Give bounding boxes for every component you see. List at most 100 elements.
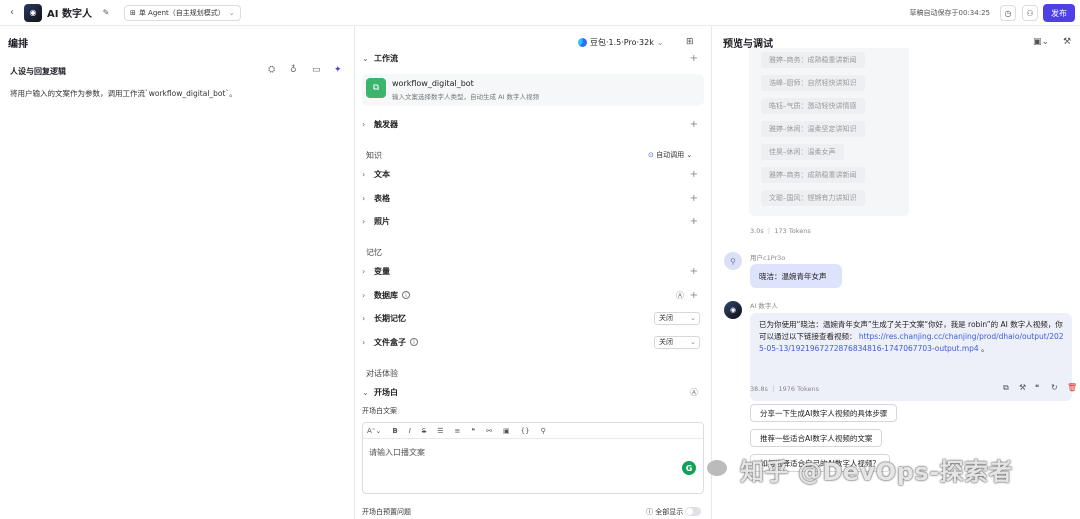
suggestion-chip[interactable]: 推荐一些适合AI数字人视频的文案	[750, 429, 883, 447]
chevron-down-icon: ⌄	[690, 338, 696, 346]
show-all-toggle[interactable]	[685, 507, 701, 516]
user-name: 用户c1Pr3o	[750, 254, 786, 262]
edit-icon[interactable]: ✎	[98, 5, 114, 21]
bot-message-text: 已为你使用“晓洁：温婉青年女声”生成了关于文案“你好，我是 robin”的 AI…	[759, 319, 1067, 355]
quote-icon[interactable]: ❝	[1035, 383, 1039, 392]
add-icon[interactable]: +	[690, 216, 698, 227]
voice-option[interactable]: 佳昊–休闲：温柔女声	[761, 144, 844, 160]
display-settings-icon[interactable]: ▣⌄	[1033, 37, 1049, 47]
add-icon[interactable]: +	[690, 53, 698, 64]
numbered-list-icon[interactable]: ≡	[455, 427, 461, 435]
workflow-card[interactable]: ⧉ workflow_digital_bot 输入文案选择数字人类型，自动生成 …	[362, 74, 704, 106]
refresh-icon[interactable]: ↻	[1051, 383, 1058, 392]
bulb-icon[interactable]: ♁	[290, 65, 297, 75]
chevron-right-icon: ›	[362, 337, 366, 347]
add-icon[interactable]: +	[690, 119, 698, 130]
back-icon[interactable]: ‹	[4, 5, 20, 21]
bold-icon[interactable]: B	[392, 427, 397, 435]
chevron-right-icon: ›	[362, 216, 366, 226]
auto-icon[interactable]: Ⓐ	[690, 387, 698, 398]
long-memory-row[interactable]: › 长期记忆 关闭 ⌄	[362, 308, 704, 328]
chevron-right-icon: ›	[362, 290, 366, 300]
voice-option[interactable]: 皓钰–气质：激动轻快讲情感	[761, 98, 865, 114]
knowledge-title: 知识	[366, 151, 382, 160]
publish-button[interactable]: 发布	[1043, 4, 1075, 22]
trigger-row[interactable]: › 触发器 +	[362, 114, 704, 134]
grammarly-icon[interactable]: G	[682, 461, 696, 475]
wechat-icon	[707, 460, 727, 476]
strikethrough-icon[interactable]: S	[422, 427, 426, 435]
show-all-text: 全部显示	[655, 508, 684, 516]
add-icon[interactable]: +	[690, 193, 698, 204]
quote-icon[interactable]: ❝	[471, 427, 475, 435]
add-icon[interactable]: +	[690, 169, 698, 180]
filebox-select[interactable]: 关闭 ⌄	[654, 335, 700, 349]
top-bar: ‹ ◉ AI 数字人 ✎ ⊞ 单 Agent（自主规划模式） ⌄ 草稿自动保存于…	[0, 0, 1080, 26]
opening-editor[interactable]: A⁼⌄ B I S ☰ ≡ ❝ ⚯ ▣ {} ⚲ 请输入口播文案	[362, 422, 704, 494]
filebox-row[interactable]: › 文件盒子 i 关闭 ⌄	[362, 332, 704, 352]
person-icon[interactable]: ⚲	[541, 427, 546, 435]
add-icon[interactable]: +	[690, 290, 698, 301]
add-icon[interactable]: +	[690, 266, 698, 277]
copy-icon[interactable]: ⧉	[1003, 383, 1009, 393]
voice-option[interactable]: 雅婷–商务：成熟稳重讲新闻	[761, 52, 865, 68]
delete-icon[interactable]: 🗑	[1067, 383, 1077, 392]
prompt-text[interactable]: 将用户输入的文案作为参数，调用工作流`workflow_digital_bot`…	[10, 88, 237, 99]
optimize-icon[interactable]: ✦	[334, 65, 342, 75]
long-memory-select[interactable]: 关闭 ⌄	[654, 311, 700, 325]
agent-mode-label: 单 Agent（自主规划模式）	[138, 8, 225, 17]
chevron-right-icon: ›	[362, 266, 366, 276]
image-icon[interactable]: ▣	[503, 427, 510, 435]
collaborators-icon[interactable]: ⚇	[1022, 5, 1038, 21]
debug-icon[interactable]: ⚒	[1063, 37, 1071, 47]
history-icon[interactable]: ◷	[1000, 5, 1016, 21]
text-row[interactable]: › 文本 +	[362, 164, 704, 184]
chevron-right-icon: ›	[362, 193, 366, 203]
voice-option[interactable]: 文聪–国风：铿锵有力讲知识	[761, 190, 865, 206]
font-size-icon[interactable]: A⁼⌄	[367, 427, 381, 435]
italic-icon[interactable]: I	[409, 427, 411, 435]
opening-row[interactable]: ⌄ 开场白 Ⓐ	[362, 382, 704, 402]
skills-panel: ⌄ 工作流 + ⧉ workflow_digital_bot 输入文案选择数字人…	[356, 26, 712, 519]
bot-name: AI 数字人	[750, 302, 778, 310]
workflow-row[interactable]: ⌄ 工作流 +	[362, 48, 704, 68]
opening-questions-label: 开场白预置问题	[362, 508, 411, 516]
message-meta: 38.8s ｜ 1976 Tokens	[750, 385, 819, 393]
info-icon[interactable]: ⓘ	[646, 508, 653, 516]
voice-option[interactable]: 雅婷–商务：成熟稳重讲新闻	[761, 167, 865, 183]
link-icon[interactable]: ⚯	[486, 427, 492, 435]
agent-mode-select[interactable]: ⊞ 单 Agent（自主规划模式） ⌄	[123, 4, 241, 21]
code-icon[interactable]: {}	[521, 427, 530, 435]
left-panel: 编排 人设与回复逻辑 ⛭ ♁ ▭ ✦ 将用户输入的文案作为参数，调用工作流`wo…	[0, 26, 355, 519]
voice-option[interactable]: 浩峰–厨师：自然轻快讲知识	[761, 75, 865, 91]
database-row[interactable]: › 数据库 i Ⓐ +	[362, 285, 704, 305]
select-value: 关闭	[659, 338, 673, 346]
expand-icon[interactable]: ▭	[312, 65, 321, 75]
chevron-down-icon: ⌄	[362, 387, 369, 397]
trigger-label: 触发器	[374, 119, 398, 129]
user-message-text: 晓洁：温婉青年女声	[759, 272, 827, 281]
template-icon[interactable]: ⛭	[268, 65, 275, 75]
info-icon[interactable]: i	[402, 291, 410, 299]
filebox-label: 文件盒子	[374, 337, 406, 347]
table-row[interactable]: › 表格 +	[362, 188, 704, 208]
voice-option[interactable]: 雅婷–休闲：温柔坚定讲知识	[761, 121, 865, 137]
debug-icon[interactable]: ⚒	[1019, 383, 1026, 392]
chevron-down-icon: ⌄	[228, 8, 235, 17]
photo-row[interactable]: › 照片 +	[362, 211, 704, 231]
variable-label: 变量	[374, 266, 390, 276]
bullet-list-icon[interactable]: ☰	[437, 427, 443, 435]
show-all-label: ⓘ 全部显示	[646, 507, 683, 517]
suggestion-chip[interactable]: 分享一下生成AI数字人视频的具体步骤	[750, 404, 898, 422]
auto-icon[interactable]: Ⓐ	[676, 290, 684, 301]
message-meta: 3.0s ｜ 173 Tokens	[750, 227, 811, 235]
user-avatar: ⚲	[724, 252, 742, 270]
variable-row[interactable]: › 变量 +	[362, 261, 704, 281]
chevron-icon: ⌄	[362, 53, 369, 63]
auto-call-select[interactable]: ⊙ 自动调用 ⌄	[648, 150, 692, 160]
info-icon[interactable]: i	[410, 338, 418, 346]
autosave-status: 草稿自动保存于00:34:25	[909, 9, 990, 17]
auto-call-label: 自动调用	[656, 151, 685, 159]
persona-section-title: 人设与回复逻辑	[10, 67, 66, 76]
watermark: 知乎 @DevOps-探索者	[740, 458, 1014, 486]
